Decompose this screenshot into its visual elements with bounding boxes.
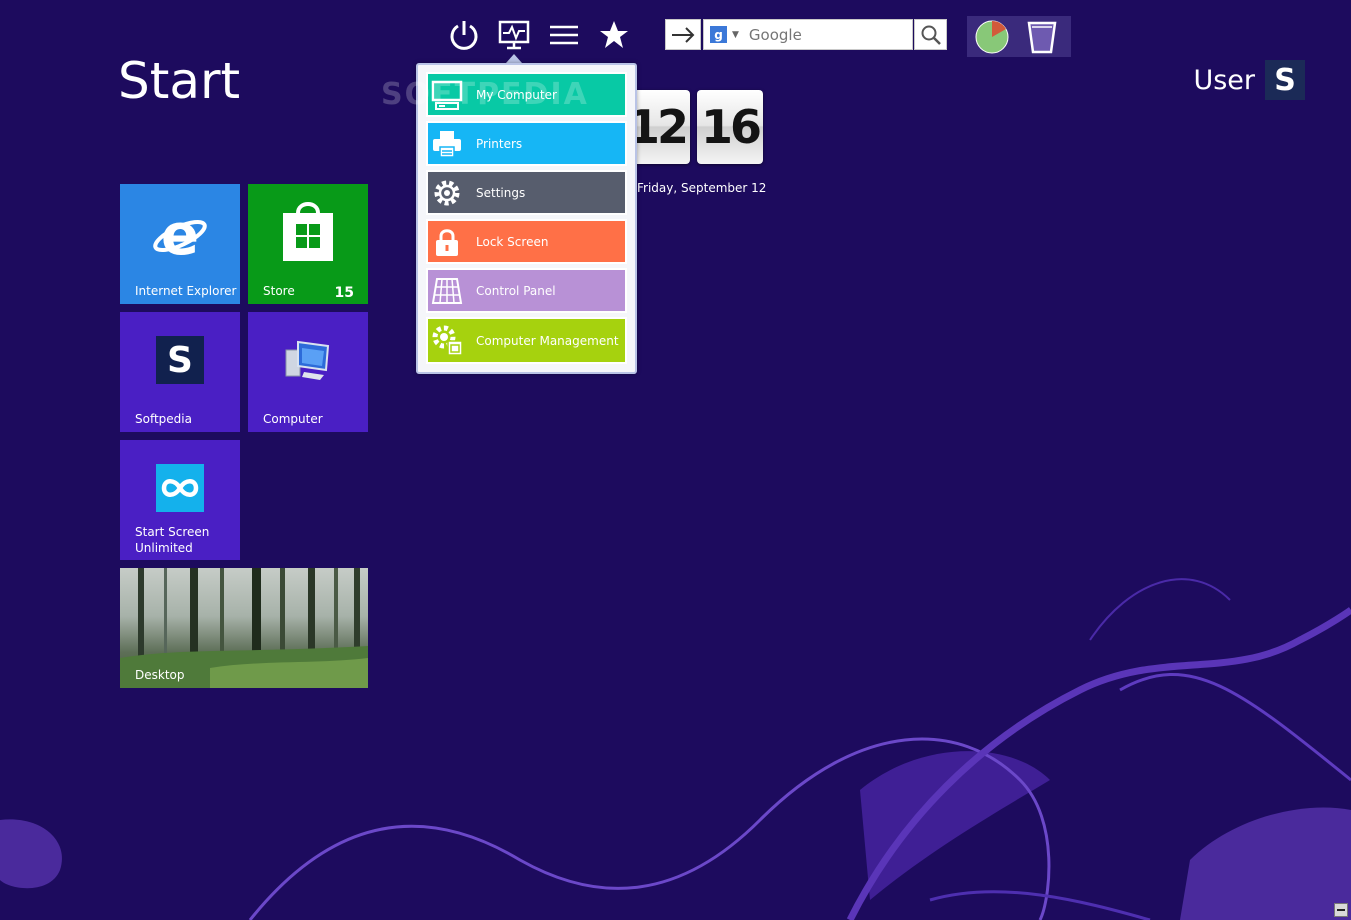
- menu-icon: [550, 25, 578, 45]
- tile-internet-explorer[interactable]: e Internet Explorer: [120, 184, 240, 304]
- star-icon: [600, 21, 628, 48]
- power-button[interactable]: [447, 18, 481, 52]
- tile-label-line2: Unlimited: [135, 541, 193, 555]
- svg-text:e: e: [161, 204, 199, 264]
- user-account[interactable]: User S: [1193, 60, 1305, 100]
- gear-window-icon: [430, 324, 464, 356]
- printer-icon: [430, 128, 464, 160]
- tile-softpedia[interactable]: S Softpedia: [120, 312, 240, 432]
- menu-item-control-panel[interactable]: Control Panel: [426, 268, 627, 313]
- tile-label: Computer: [263, 412, 323, 426]
- store-bag-icon: [283, 202, 333, 261]
- tile-start-screen-unlimited[interactable]: Start Screen Unlimited: [120, 440, 240, 560]
- clock-minute: 16: [697, 90, 763, 164]
- engine-dropdown-icon[interactable]: ▼: [732, 30, 739, 40]
- disk-usage-pie-icon[interactable]: [975, 20, 1009, 54]
- tile-store[interactable]: Store 15: [248, 184, 368, 304]
- avatar[interactable]: S: [1265, 60, 1305, 100]
- widget-panel: [967, 16, 1071, 57]
- search-button[interactable]: [914, 19, 947, 50]
- tile-computer[interactable]: Computer: [248, 312, 368, 432]
- menu-item-label: Settings: [476, 185, 526, 200]
- infinity-logo-icon: [156, 464, 204, 512]
- tile-desktop[interactable]: Desktop: [120, 568, 368, 688]
- menu-item-settings[interactable]: Settings: [426, 170, 627, 215]
- menu-item-lock-screen[interactable]: Lock Screen: [426, 219, 627, 264]
- menu-item-label: Computer Management: [476, 333, 619, 348]
- page-title: Start: [118, 52, 241, 110]
- menu-item-label: Lock Screen: [476, 234, 549, 249]
- lock-icon: [430, 226, 464, 258]
- search-box: g ▼: [703, 19, 913, 50]
- store-update-count-badge: 15: [334, 285, 354, 301]
- recycle-bin-icon[interactable]: [1025, 19, 1059, 55]
- watermark-text: SOFTPEDIA: [381, 77, 589, 112]
- gear-icon: [430, 177, 464, 209]
- all-apps-button[interactable]: [547, 18, 581, 52]
- power-icon: [450, 21, 478, 50]
- monitor-pulse-icon: [498, 20, 530, 50]
- tile-label: Store: [263, 284, 295, 298]
- user-name: User: [1193, 64, 1255, 96]
- softpedia-logo-icon: S: [156, 336, 204, 384]
- tile-label: Internet Explorer: [135, 284, 237, 298]
- computer-icon: [285, 340, 330, 380]
- menu-item-computer-management[interactable]: Computer Management: [426, 317, 627, 364]
- tile-label: Softpedia: [135, 412, 192, 426]
- minimize-corner-button[interactable]: [1334, 903, 1348, 917]
- clock-date: Friday, September 12: [637, 181, 767, 195]
- control-panel-icon: [430, 275, 464, 307]
- search-input[interactable]: [748, 25, 899, 44]
- dropdown-pointer: [506, 54, 522, 63]
- google-engine-icon[interactable]: g: [710, 26, 727, 43]
- search-icon: [921, 25, 941, 45]
- tile-label: Desktop: [135, 668, 185, 682]
- internet-explorer-icon: e: [153, 204, 207, 264]
- menu-item-printers[interactable]: Printers: [426, 121, 627, 166]
- menu-item-label: Printers: [476, 136, 523, 151]
- tile-label: Start Screen Unlimited: [135, 524, 209, 556]
- favorites-button[interactable]: [597, 18, 631, 52]
- arrow-right-icon: [672, 26, 695, 43]
- tile-label-line1: Start Screen: [135, 525, 210, 539]
- go-button[interactable]: [665, 19, 701, 50]
- menu-item-label: Control Panel: [476, 283, 556, 298]
- minus-icon: [1337, 909, 1345, 911]
- system-menu-button[interactable]: [497, 18, 531, 52]
